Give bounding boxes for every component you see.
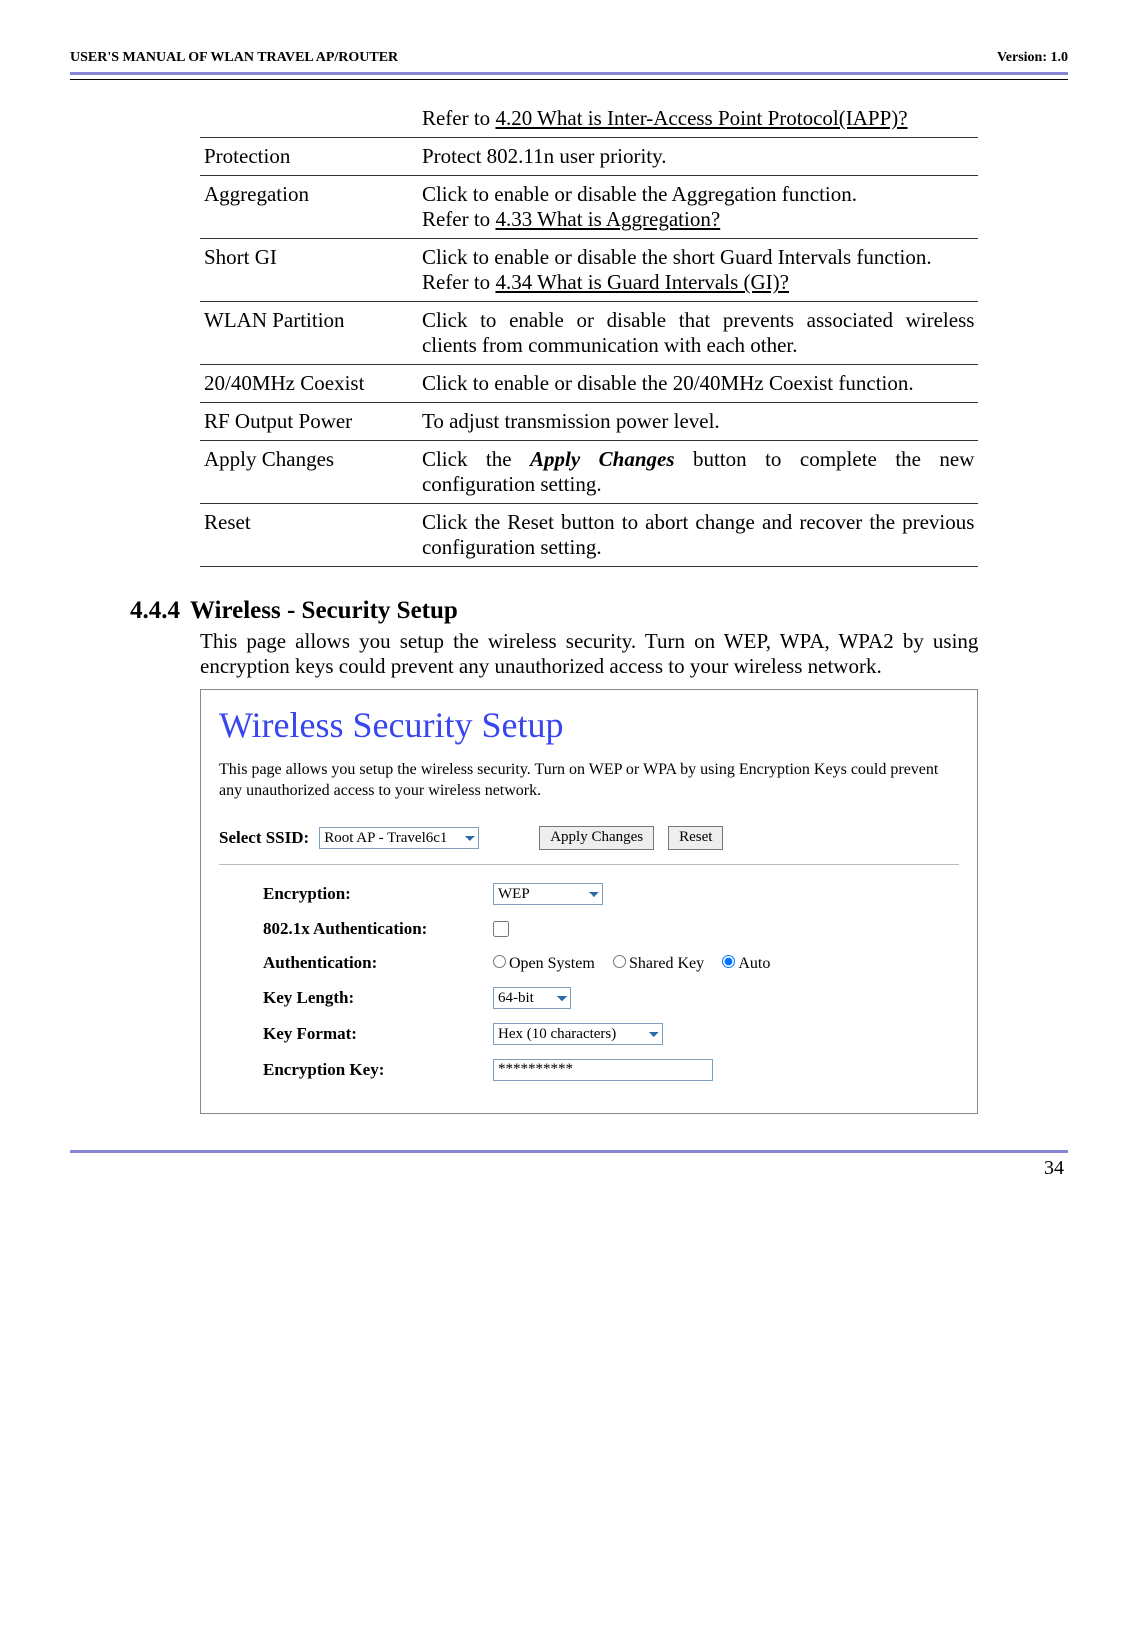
screenshot-wireless-security: Wireless Security Setup This page allows… [200, 689, 978, 1114]
keylength-label: Key Length: [263, 988, 483, 1008]
page-number: 34 [70, 1157, 1068, 1180]
header-rule-purple [70, 72, 1068, 75]
section-body: This page allows you setup the wireless … [200, 629, 978, 679]
reset-button[interactable]: Reset [668, 826, 723, 850]
auth-shared-radio[interactable] [613, 955, 626, 968]
section-number: 4.4.4 [130, 597, 180, 624]
def-desc: Click the Reset button to abort change a… [418, 504, 978, 567]
def-term: WLAN Partition [200, 302, 418, 365]
section-title: Wireless - Security Setup [190, 597, 458, 624]
auth-open-radio[interactable] [493, 955, 506, 968]
def-desc-line1: Click to enable or disable the short Gua… [422, 245, 974, 270]
encryption-dropdown[interactable]: WEP [493, 883, 603, 905]
def-term [200, 100, 418, 138]
def-desc: Click the Apply Changes button to comple… [418, 441, 978, 504]
select-ssid-label: Select SSID: [219, 828, 309, 848]
def-term: 20/40MHz Coexist [200, 365, 418, 403]
def-desc: Protect 802.11n user priority. [418, 138, 978, 176]
authentication-label: Authentication: [263, 953, 483, 973]
auth-open-option[interactable]: Open System [493, 955, 595, 972]
keylength-dropdown[interactable]: 64-bit [493, 987, 571, 1009]
def-desc-pre: Refer to [422, 207, 495, 231]
keyformat-label: Key Format: [263, 1024, 483, 1044]
def-desc: Click to enable or disable the 20/40MHz … [418, 365, 978, 403]
encryptionkey-input[interactable] [493, 1059, 713, 1081]
apply-changes-button[interactable]: Apply Changes [539, 826, 654, 850]
header-right: Version: 1.0 [997, 50, 1068, 66]
auth8021x-checkbox[interactable] [493, 921, 509, 937]
auth8021x-label: 802.1x Authentication: [263, 919, 483, 939]
def-desc-line1: Click to enable or disable the Aggregati… [422, 182, 974, 207]
header-rule-thin [70, 79, 1068, 80]
auth-auto-option[interactable]: Auto [722, 955, 770, 972]
link-aggregation[interactable]: 4.33 What is Aggregation? [495, 207, 720, 231]
ss-divider [219, 864, 959, 865]
select-ssid-dropdown[interactable]: Root AP - Travel6c1 [319, 827, 479, 849]
def-term: Apply Changes [200, 441, 418, 504]
link-iapp[interactable]: 4.20 What is Inter-Access Point Protocol… [495, 106, 907, 130]
footer-rule [70, 1150, 1068, 1153]
ss-intro: This page allows you setup the wireless … [219, 760, 959, 802]
link-gi[interactable]: 4.34 What is Guard Intervals (GI)? [495, 270, 789, 294]
encryptionkey-label: Encryption Key: [263, 1060, 483, 1080]
authentication-radiogroup: Open System Shared Key Auto [493, 953, 784, 973]
def-desc: Click to enable or disable that prevents… [418, 302, 978, 365]
ss-title: Wireless Security Setup [219, 704, 959, 746]
def-desc: To adjust transmission power level. [418, 403, 978, 441]
auth-auto-radio[interactable] [722, 955, 735, 968]
encryption-label: Encryption: [263, 884, 483, 904]
auth-shared-option[interactable]: Shared Key [613, 955, 704, 972]
def-term: Aggregation [200, 176, 418, 239]
def-term: Protection [200, 138, 418, 176]
def-desc-pre: Refer to [422, 106, 495, 130]
keyformat-dropdown[interactable]: Hex (10 characters) [493, 1023, 663, 1045]
def-desc-pre: Refer to [422, 270, 495, 294]
def-term: Reset [200, 504, 418, 567]
section-heading: 4.4.4 Wireless - Security Setup [130, 597, 1068, 625]
def-term: Short GI [200, 239, 418, 302]
header-left: USER'S MANUAL OF WLAN TRAVEL AP/ROUTER [70, 50, 398, 66]
definition-table: Refer to 4.20 What is Inter-Access Point… [200, 100, 978, 567]
def-term: RF Output Power [200, 403, 418, 441]
